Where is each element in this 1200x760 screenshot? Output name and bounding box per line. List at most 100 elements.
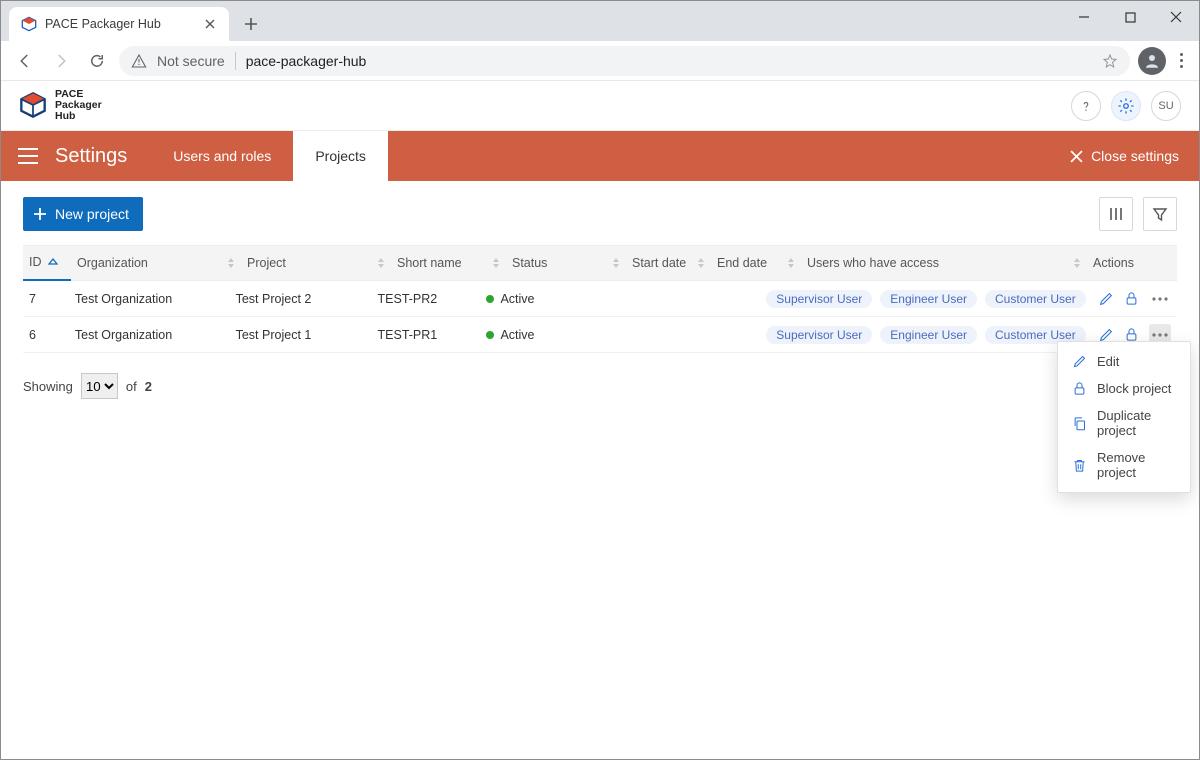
tab-projects-label: Projects: [315, 148, 366, 164]
settings-gear-button[interactable]: [1111, 91, 1141, 121]
menu-item-remove[interactable]: Remove project: [1058, 444, 1190, 486]
cell-organization: Test Organization: [69, 292, 230, 306]
bookmark-star-icon[interactable]: [1102, 53, 1118, 69]
nav-back-button[interactable]: [11, 47, 39, 75]
user-chip[interactable]: Customer User: [985, 290, 1086, 308]
paging-of-label: of: [126, 379, 137, 394]
settings-title: Settings: [55, 145, 127, 168]
close-tab-icon[interactable]: [203, 17, 217, 31]
status-dot-icon: [486, 331, 494, 339]
tab-projects[interactable]: Projects: [293, 131, 388, 181]
new-project-label: New project: [55, 206, 129, 222]
copy-icon: [1072, 416, 1087, 431]
user-badge[interactable]: SU: [1151, 91, 1181, 121]
new-tab-button[interactable]: [237, 10, 265, 38]
col-header-end-date[interactable]: End date: [711, 256, 801, 270]
new-project-button[interactable]: New project: [23, 197, 143, 231]
browser-tabstrip: PACE Packager Hub: [1, 1, 1199, 41]
url-field[interactable]: Not secure pace-packager-hub: [119, 46, 1130, 76]
nav-forward-button[interactable]: [47, 47, 75, 75]
toolbar: New project: [23, 197, 1177, 231]
chrome-menu-button[interactable]: [1174, 53, 1189, 68]
help-button[interactable]: [1071, 91, 1101, 121]
close-icon: [1070, 150, 1083, 163]
menu-item-block[interactable]: Block project: [1058, 375, 1190, 402]
col-header-start-date[interactable]: Start date: [626, 256, 711, 270]
nav-reload-button[interactable]: [83, 47, 111, 75]
menu-item-edit[interactable]: Edit: [1058, 348, 1190, 375]
col-header-organization[interactable]: Organization: [71, 256, 241, 270]
window-minimize-button[interactable]: [1061, 1, 1107, 33]
user-chip[interactable]: Engineer User: [880, 326, 977, 344]
favicon-icon: [21, 16, 37, 32]
table-row: 6 Test Organization Test Project 1 TEST-…: [23, 317, 1177, 353]
browser-addressbar: Not secure pace-packager-hub: [1, 41, 1199, 81]
content-area: New project ID Organization: [1, 181, 1199, 415]
col-header-id[interactable]: ID: [23, 245, 71, 281]
user-chip[interactable]: Supervisor User: [766, 326, 872, 344]
hamburger-button[interactable]: [1, 148, 55, 164]
window-maximize-button[interactable]: [1107, 1, 1153, 33]
columns-button[interactable]: [1099, 197, 1133, 231]
browser-tab[interactable]: PACE Packager Hub: [9, 7, 229, 41]
tab-users-and-roles[interactable]: Users and roles: [151, 131, 293, 181]
tab-users-label: Users and roles: [173, 148, 271, 164]
table-row: 7 Test Organization Test Project 2 TEST-…: [23, 281, 1177, 317]
browser-tab-title: PACE Packager Hub: [45, 17, 195, 31]
pagination: Showing 10 of 2: [23, 373, 1177, 399]
chrome-profile-button[interactable]: [1138, 47, 1166, 75]
edit-row-icon[interactable]: [1098, 291, 1114, 307]
more-actions-button[interactable]: [1149, 288, 1171, 310]
not-secure-icon: [131, 53, 147, 69]
page-size-select[interactable]: 10: [81, 373, 118, 399]
sort-icon: [612, 257, 620, 269]
close-settings-button[interactable]: Close settings: [1050, 131, 1199, 181]
col-header-users[interactable]: Users who have access: [801, 256, 1087, 270]
filter-button[interactable]: [1143, 197, 1177, 231]
app-brand[interactable]: PACE Packager Hub: [19, 89, 102, 122]
lock-row-icon[interactable]: [1124, 327, 1139, 342]
cell-users: Supervisor User Engineer User Customer U…: [760, 326, 1091, 344]
col-actions-label: Actions: [1093, 256, 1134, 270]
brand-line3: Hub: [55, 111, 102, 122]
url-text: pace-packager-hub: [246, 53, 367, 69]
col-users-label: Users who have access: [807, 256, 939, 270]
app-brand-text: PACE Packager Hub: [55, 89, 102, 122]
col-start-label: Start date: [632, 256, 686, 270]
cell-short-name: TEST-PR2: [372, 292, 481, 306]
menu-duplicate-label: Duplicate project: [1097, 408, 1176, 438]
pencil-icon: [1072, 354, 1087, 369]
col-project-label: Project: [247, 256, 286, 270]
table-header: ID Organization Project Short name Statu…: [23, 245, 1177, 281]
lock-row-icon[interactable]: [1124, 291, 1139, 306]
cell-project: Test Project 2: [230, 292, 372, 306]
col-header-status[interactable]: Status: [506, 256, 626, 270]
status-text: Active: [500, 328, 534, 342]
cell-users: Supervisor User Engineer User Customer U…: [760, 290, 1091, 308]
paging-showing-label: Showing: [23, 379, 73, 394]
col-short-label: Short name: [397, 256, 462, 270]
col-id-label: ID: [29, 255, 42, 269]
user-badge-text: SU: [1158, 100, 1173, 112]
menu-remove-label: Remove project: [1097, 450, 1176, 480]
app-topbar: PACE Packager Hub SU: [1, 81, 1199, 131]
app-logo-icon: [19, 91, 47, 119]
sort-icon: [227, 257, 235, 269]
col-header-short-name[interactable]: Short name: [391, 256, 506, 270]
col-end-label: End date: [717, 256, 767, 270]
user-chip[interactable]: Engineer User: [880, 290, 977, 308]
cell-id: 7: [23, 292, 69, 306]
menu-item-duplicate[interactable]: Duplicate project: [1058, 402, 1190, 444]
cell-status: Active: [480, 292, 594, 306]
cell-status: Active: [480, 328, 594, 342]
cell-organization: Test Organization: [69, 328, 230, 342]
settings-header: Settings Users and roles Projects Close …: [1, 131, 1199, 181]
menu-block-label: Block project: [1097, 381, 1171, 396]
user-chip[interactable]: Supervisor User: [766, 290, 872, 308]
sort-icon: [1073, 257, 1081, 269]
window-close-button[interactable]: [1153, 1, 1199, 33]
close-settings-label: Close settings: [1091, 148, 1179, 164]
col-header-project[interactable]: Project: [241, 256, 391, 270]
cell-project: Test Project 1: [230, 328, 372, 342]
sort-icon: [492, 257, 500, 269]
